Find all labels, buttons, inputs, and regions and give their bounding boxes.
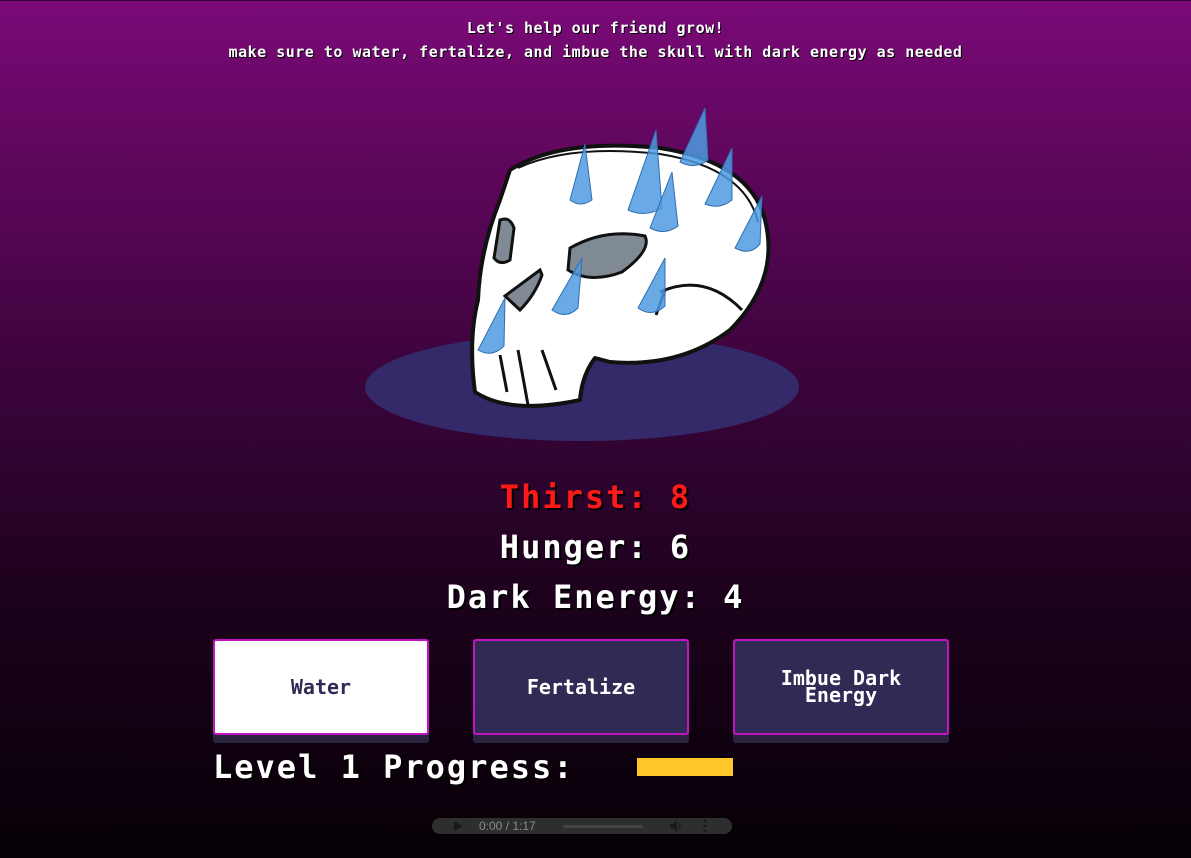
thirst-stat: Thirst: 8 (499, 478, 692, 516)
top-border (0, 0, 1191, 1)
fertalize-button[interactable]: Fertalize (473, 639, 689, 735)
volume-icon[interactable] (669, 819, 683, 833)
play-icon[interactable] (454, 821, 463, 831)
level-progress-bar (637, 758, 733, 776)
water-button[interactable]: Water (213, 639, 429, 735)
water-drop-icon (679, 107, 709, 166)
audio-time: 0:00 / 1:17 (479, 819, 536, 833)
audio-player[interactable]: 0:00 / 1:17 (432, 818, 732, 834)
skull-pet (360, 100, 805, 450)
intro-line-2: make sure to water, fertalize, and imbue… (228, 43, 963, 61)
intro-line-1: Let's help our friend grow! (466, 19, 725, 37)
more-vert-icon[interactable] (703, 819, 707, 833)
imbue-dark-energy-button[interactable]: Imbue Dark Energy (733, 639, 949, 735)
audio-seek-bar[interactable] (563, 824, 643, 828)
hunger-stat: Hunger: 6 (499, 528, 692, 566)
dark-energy-stat: Dark Energy: 4 (446, 578, 745, 616)
level-progress-label: Level 1 Progress: (213, 748, 575, 786)
intro-text: Let's help our friend grow! make sure to… (0, 16, 1191, 64)
skull-character-icon (365, 107, 799, 441)
